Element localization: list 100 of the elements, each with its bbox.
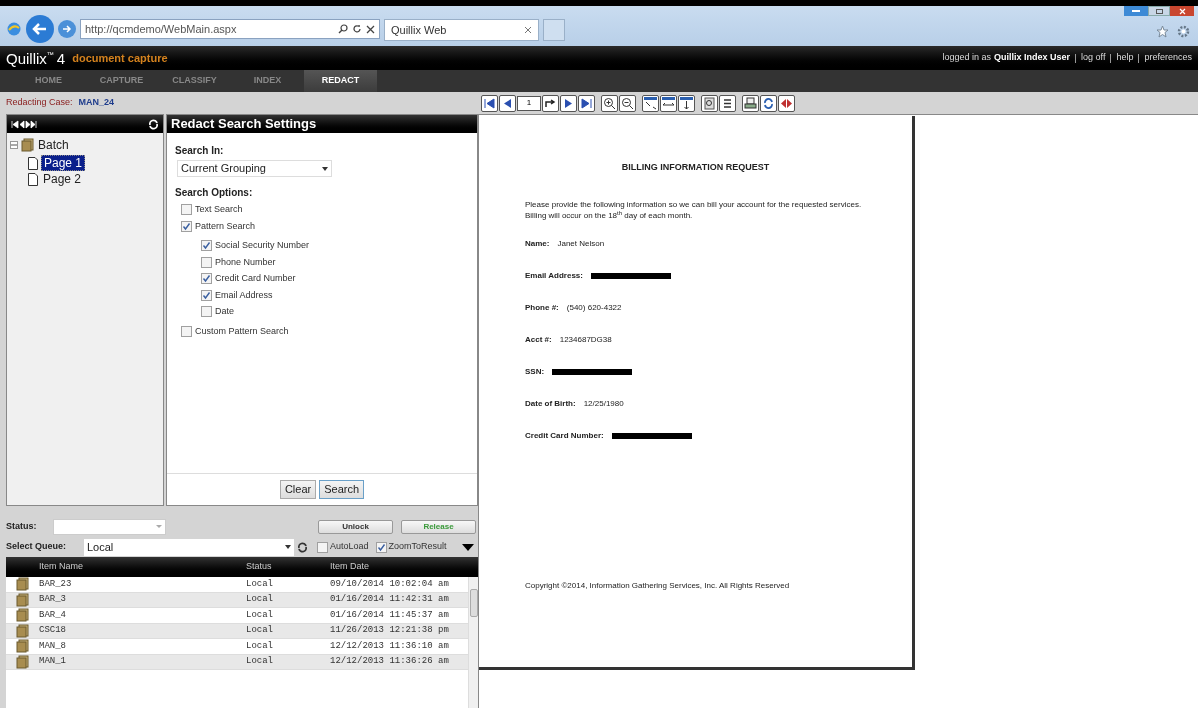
rotate-icon[interactable] (760, 94, 777, 112)
nav-tab[interactable]: HOME (12, 70, 85, 92)
search-in-dropdown[interactable]: Current Grouping (177, 160, 332, 177)
close-icon[interactable] (524, 26, 532, 34)
tree-item[interactable]: Page 1 (41, 155, 86, 171)
toolbar-icon (603, 96, 616, 110)
toolbar-icon (644, 96, 657, 110)
copyright-text: Copyright ©2014, Information Gathering Services, Inc. All Rights Reserved (525, 580, 791, 592)
option-label: Phone Number (215, 255, 276, 269)
close-icon[interactable] (366, 24, 375, 34)
column-header[interactable]: Status (246, 560, 330, 574)
autoload-label: AutoLoad (330, 540, 369, 554)
search-icon[interactable] (338, 24, 348, 34)
tree-toggle[interactable] (10, 141, 18, 149)
last-page-button[interactable] (578, 94, 595, 112)
case-label: Redacting Case: (6, 96, 73, 110)
tree-item[interactable]: Batch (38, 136, 69, 154)
address-bar[interactable]: http://qcmdemo/WebMain.aspx (80, 19, 380, 39)
zoom-out-icon[interactable] (619, 94, 636, 112)
option-label: Social Security Number (215, 239, 310, 252)
print-icon[interactable] (742, 94, 759, 112)
unlock-button[interactable]: Unlock (318, 519, 393, 534)
search-button[interactable]: Search (319, 480, 365, 499)
field-value: Janet Nelson (557, 238, 605, 250)
nav-tab[interactable]: CLASSIFY (158, 70, 231, 92)
scrollbar[interactable] (468, 577, 478, 708)
star-icon[interactable] (1156, 25, 1169, 38)
tree-item[interactable]: Page 2 (41, 172, 84, 186)
back-button[interactable] (26, 15, 54, 43)
case-value: MAN_24 (78, 96, 115, 110)
table-row[interactable]: BAR_4 Local 01/16/2014 11:45:37 am (6, 608, 468, 624)
checkbox[interactable] (317, 541, 328, 553)
column-header[interactable]: Item Name (39, 560, 246, 574)
field-label: Date of Birth: (525, 398, 576, 410)
column-header[interactable]: Item Date (330, 560, 460, 574)
next-page-button[interactable] (560, 94, 577, 112)
option-label: Pattern Search (195, 219, 256, 233)
split-arrows-icon[interactable] (778, 94, 795, 112)
toolbar-icon (721, 96, 734, 110)
navigation-arrows-icon[interactable] (11, 119, 37, 129)
field-label: Acct #: (525, 334, 552, 346)
user-name: Quillix Index User (994, 51, 1071, 65)
document-lines-icon[interactable] (719, 94, 736, 112)
close-icon (1178, 7, 1186, 15)
header-link[interactable]: help (1116, 51, 1134, 65)
table-cell-text: CSC18 (39, 624, 67, 637)
previous-page-button[interactable] (499, 94, 516, 112)
fit-page-icon[interactable] (642, 94, 659, 112)
zoom-in-icon[interactable] (601, 94, 618, 112)
toolbar-icon (580, 96, 593, 110)
field-value: (540) 620-4322 (566, 302, 622, 314)
product-subtitle: document capture (72, 50, 168, 66)
first-page-button[interactable] (481, 94, 498, 112)
go-to-page-button[interactable] (542, 94, 559, 112)
checkbox[interactable] (201, 273, 212, 285)
table-row[interactable]: MAN_8 Local 12/12/2013 11:36:10 am (6, 639, 468, 655)
checkbox[interactable] (201, 306, 212, 318)
minimize-button[interactable] (1124, 6, 1148, 16)
header-link[interactable]: preferences (1144, 51, 1192, 65)
fit-height-icon[interactable] (678, 94, 695, 112)
toolbar-icon (483, 96, 496, 110)
maximize-button[interactable] (1148, 6, 1170, 16)
refresh-icon[interactable] (297, 541, 308, 553)
table-cell-text: Local (246, 624, 274, 637)
settings-icon[interactable] (1177, 25, 1190, 38)
page-number-field[interactable]: 1 (517, 95, 541, 111)
field-label: Phone #: (525, 302, 559, 314)
browser-tab[interactable]: Quillix Web (384, 19, 539, 41)
minus-icon (11, 142, 17, 148)
checkbox[interactable] (201, 240, 212, 252)
table-cell-text: 01/16/2014 11:42:31 am (330, 593, 450, 606)
clear-button[interactable]: Clear (279, 480, 317, 499)
nav-tab[interactable]: REDACT (304, 70, 377, 92)
checkbox[interactable] (181, 220, 192, 232)
table-cell-text: Local (246, 593, 274, 606)
refresh-icon[interactable] (352, 24, 362, 34)
checkbox[interactable] (181, 204, 192, 216)
header-link[interactable]: log off (1081, 51, 1106, 65)
arrow-left-icon (32, 22, 48, 36)
nav-tab[interactable]: CAPTURE (85, 70, 158, 92)
checkbox[interactable] (201, 256, 212, 268)
checkbox[interactable] (201, 289, 212, 301)
forward-button[interactable] (58, 20, 76, 38)
table-cell-text: Local (246, 608, 274, 622)
checkbox[interactable] (375, 541, 387, 553)
page-search-icon[interactable] (701, 94, 718, 112)
checkbox[interactable] (181, 325, 192, 337)
option-label: Email Address (215, 288, 273, 302)
triangle-right-icon (562, 96, 575, 110)
nav-tab[interactable]: INDEX (231, 70, 304, 92)
option-label: Custom Pattern Search (195, 324, 289, 338)
page-url: http://qcmdemo/WebMain.aspx (85, 21, 237, 37)
logged-in-label: logged in as (942, 51, 992, 65)
close-window-button[interactable] (1170, 6, 1194, 16)
queue-dropdown[interactable]: Local (84, 538, 294, 556)
table-row[interactable]: BAR_23 Local 09/10/2014 10:02:04 am (6, 577, 468, 593)
table-cell-text: MAN_1 (39, 655, 67, 668)
fit-width-icon[interactable] (660, 94, 677, 112)
table-cell-text: BAR_23 (39, 577, 73, 591)
page-icon (28, 156, 38, 170)
